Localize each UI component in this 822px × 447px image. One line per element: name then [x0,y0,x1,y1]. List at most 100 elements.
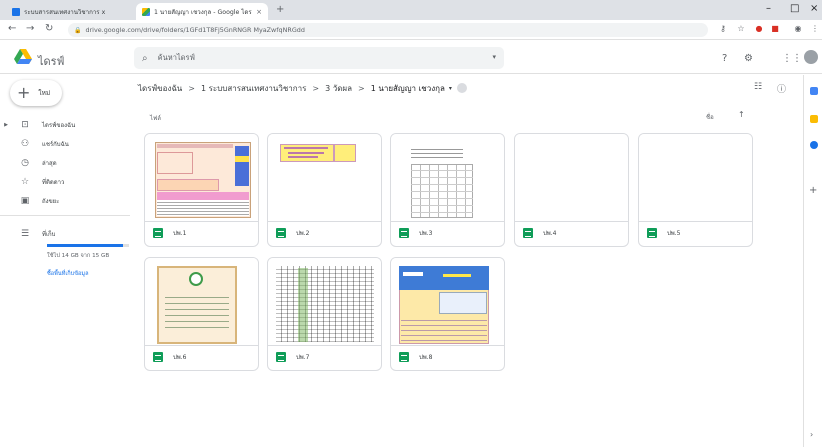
breadcrumb-item[interactable]: 1 ระบบสารสนเทศงานวิชาการ [201,82,306,95]
key-icon[interactable]: ⚷ [718,24,728,34]
file-thumbnail [515,134,628,222]
apps-grid-icon[interactable]: ⋮⋮ [782,53,802,64]
sheets-icon [276,228,286,238]
reload-icon[interactable]: ↻ [45,23,53,34]
file-name: ปพ.7 [296,354,310,361]
file-name: ปพ.3 [419,230,433,237]
drive-icon: ⊡ [21,120,29,130]
file-name: ปพ.6 [173,354,187,361]
search-icon[interactable]: ⌕ [142,53,148,64]
sheets-icon [153,352,163,362]
sidebar-item-label: แชร์กับฉัน [42,141,69,148]
sidebar-item-recent[interactable]: ◷ ล่าสุด [0,154,120,172]
file-card[interactable]: ปพ.3 [390,133,505,247]
storage-icon: ☰ [20,229,30,239]
file-card[interactable]: ปพ.1 [144,133,259,247]
sort-label[interactable]: ชื่อ [706,112,714,122]
search-bar[interactable]: ⌕ ค้นหาไดรฟ์ ▾ [134,47,504,69]
sheets-icon [523,228,533,238]
back-icon[interactable]: ← [8,23,16,34]
sidebar-item-starred[interactable]: ☆ ที่ติดดาว [0,173,120,191]
sidebar-item-label: ไดรฟ์ของฉัน [42,122,76,129]
lock-icon: 🔒 [74,26,82,34]
sidebar-item-storage[interactable]: ☰ ที่เก็บ [0,225,120,243]
browser-tab-1[interactable]: ระบบสารสนเทศงานวิชาการ x [6,3,134,20]
maximize-button[interactable]: □ [790,3,799,14]
extension-icon[interactable]: ■ [770,24,780,34]
chevron-right-icon[interactable]: › [810,430,813,439]
file-thumbnail [145,134,258,222]
file-card[interactable]: ปพ.4 [514,133,629,247]
forward-icon[interactable]: → [26,23,34,34]
file-name: ปพ.4 [543,230,557,237]
avatar[interactable] [804,50,818,64]
browser-toolbar: ← → ↻ 🔒 drive.google.com/drive/folders/1… [0,20,822,40]
drive-header: ไดรฟ์ ⌕ ค้นหาไดรฟ์ ▾ ? ⚙ ⋮⋮ [0,41,822,74]
file-name: ปพ.2 [296,230,310,237]
tasks-icon[interactable] [810,141,818,149]
chevron-down-icon[interactable]: ▾ [449,85,452,92]
breadcrumb-item[interactable]: 3 วัดผล [325,82,352,95]
keep-icon[interactable] [810,115,818,123]
sort-arrow-icon[interactable]: ↑ [738,110,745,119]
sidebar-item-label: ล่าสุด [42,160,57,167]
file-card[interactable]: ปพ.6 [144,257,259,371]
file-name: ปพ.1 [173,230,187,237]
close-tab-icon[interactable]: × [256,8,262,16]
new-button[interactable]: + ใหม่ [10,80,62,106]
file-card[interactable]: ปพ.7 [267,257,382,371]
sheets-icon [399,352,409,362]
add-addon-icon[interactable]: + [809,185,817,196]
bookmark-star-icon[interactable]: ☆ [736,24,746,34]
settings-gear-icon[interactable]: ⚙ [744,53,753,64]
drive-favicon-icon [142,7,150,16]
new-tab-button[interactable]: + [276,4,284,15]
side-panel-rail: + › [803,75,822,447]
profile-icon[interactable]: ◉ [793,24,803,34]
calendar-icon[interactable] [810,87,818,95]
file-thumbnail [268,134,381,222]
expand-arrow-icon[interactable]: ▶ [0,122,12,128]
search-options-icon[interactable]: ▾ [492,53,496,61]
sidebar-item-trash[interactable]: ▣ ถังขยะ [0,192,120,210]
breadcrumb: ไดรฟ์ของฉัน > 1 ระบบสารสนเทศงานวิชาการ >… [138,81,467,95]
browser-tab-strip: ระบบสารสนเทศงานวิชาการ x 1 นายสัญญา เชวง… [0,0,822,20]
sheets-icon [647,228,657,238]
file-name: ปพ.8 [419,354,433,361]
clock-icon: ◷ [21,158,29,168]
info-icon[interactable]: ⓘ [777,82,786,95]
close-window-button[interactable]: × [810,3,818,14]
file-card[interactable]: ปพ.5 [638,133,753,247]
storage-used-text: ใช้ไป 14 GB จาก 15 GB [47,253,110,259]
sidebar-item-shared[interactable]: ⚇ แชร์กับฉัน [0,135,120,153]
list-view-icon[interactable]: ☷ [754,82,762,92]
sheets-icon [276,352,286,362]
sidebar-divider [0,215,130,216]
file-thumbnail [268,258,381,346]
trash-icon: ▣ [20,196,30,206]
file-thumbnail [391,258,504,346]
section-title: ไฟล์ [150,115,161,122]
minimize-button[interactable]: – [766,3,771,14]
sidebar-item-label: ที่ติดดาว [42,179,65,186]
plus-icon: + [17,83,31,102]
file-card[interactable]: ปพ.8 [390,257,505,371]
storage-progress-bar [47,244,129,247]
browser-menu-icon[interactable]: ⋮ [810,24,820,34]
drive-logo-icon[interactable] [14,49,32,65]
sidebar-item-my-drive[interactable]: ▶ ⊡ ไดรฟ์ของฉัน [0,116,120,134]
breadcrumb-current[interactable]: 1 นายสัญญา เชวงกุล [371,82,445,95]
search-input[interactable]: ค้นหาไดรฟ์ [158,52,195,64]
extension-icon[interactable]: ● [754,24,764,34]
shared-folder-icon [456,83,467,93]
address-bar[interactable]: 🔒 drive.google.com/drive/folders/1GFd1T8… [68,23,708,37]
sheets-icon [399,228,409,238]
buy-storage-link[interactable]: ซื้อพื้นที่เก็บข้อมูล [47,270,89,278]
browser-tab-2[interactable]: 1 นายสัญญา เชวงกุล - Google ไดรฟ์ × [136,3,268,20]
file-card[interactable]: ปพ.2 [267,133,382,247]
brand-name[interactable]: ไดรฟ์ [38,52,64,70]
help-icon[interactable]: ? [722,53,727,64]
breadcrumb-item[interactable]: ไดรฟ์ของฉัน [138,82,182,95]
people-icon: ⚇ [20,139,30,149]
file-thumbnail [639,134,752,222]
